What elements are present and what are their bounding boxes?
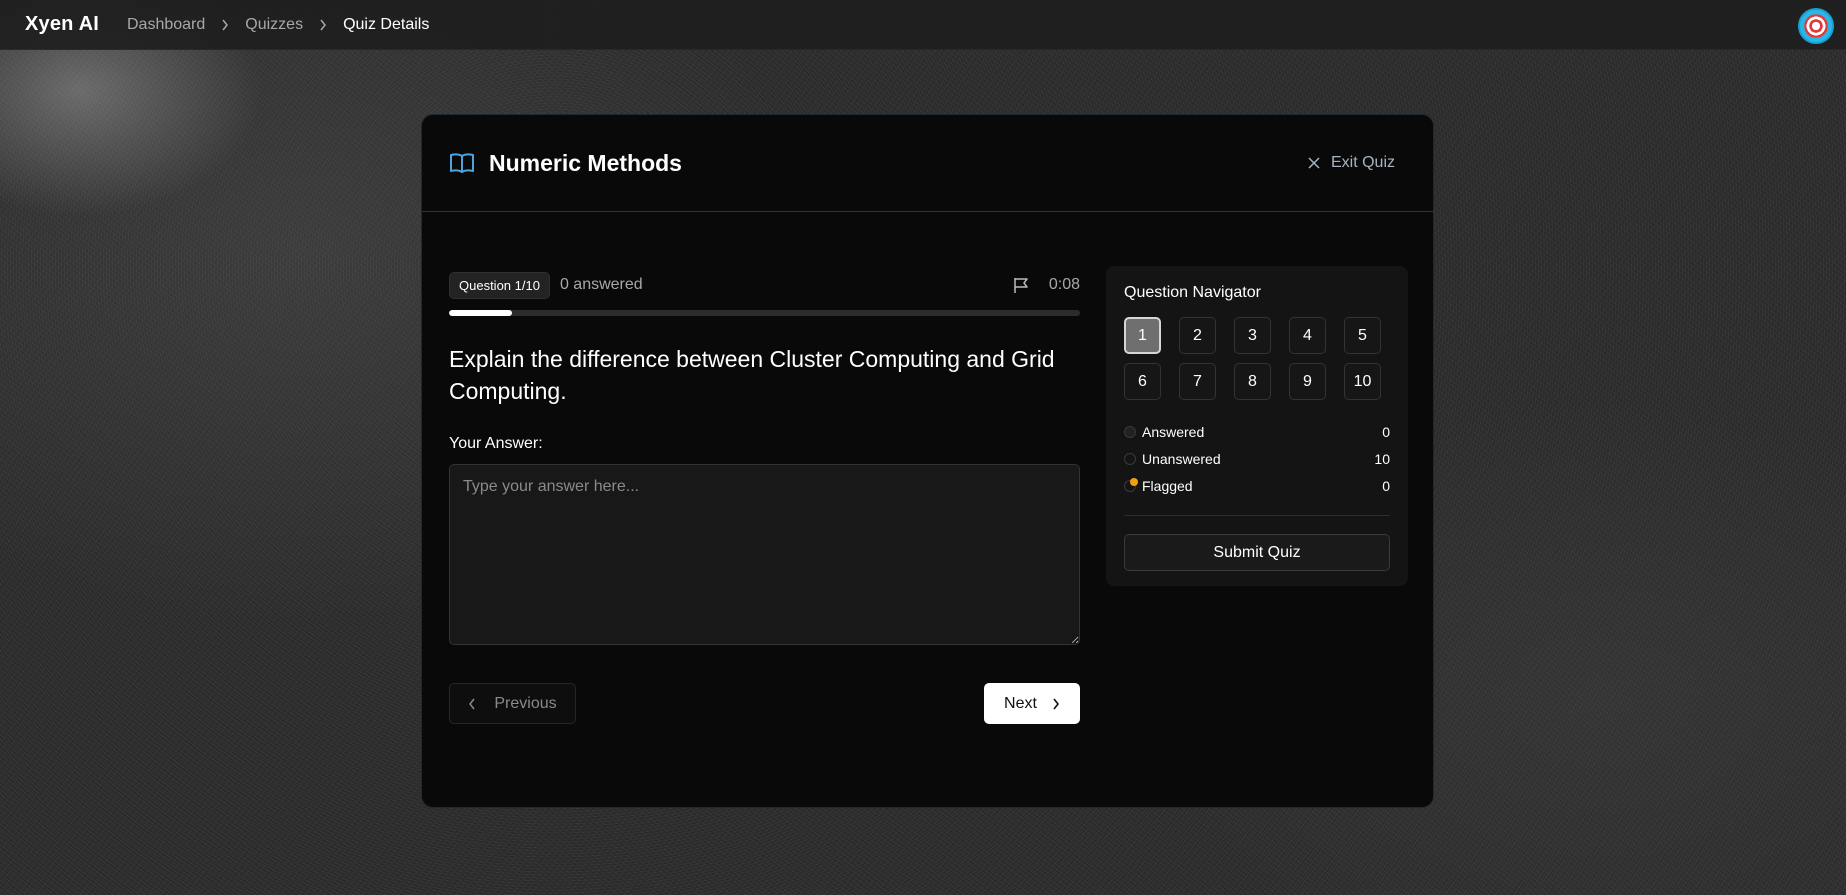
- quiz-header: Numeric Methods Exit Quiz: [422, 115, 1433, 212]
- question-number-badge: Question 1/10: [449, 271, 550, 299]
- legend-count: 0: [1382, 423, 1390, 440]
- status-legend: Answered 0 Unanswered 10 Flagged 0: [1124, 418, 1390, 499]
- legend-count: 0: [1382, 477, 1390, 494]
- legend-row-flagged: Flagged 0: [1124, 472, 1390, 499]
- navigator-title: Question Navigator: [1124, 284, 1261, 301]
- answer-textarea[interactable]: [449, 464, 1080, 645]
- previous-button[interactable]: Previous: [449, 683, 576, 724]
- answer-label: Your Answer:: [449, 435, 543, 452]
- previous-label: Previous: [494, 694, 557, 712]
- question-text: Explain the difference between Cluster C…: [449, 346, 1055, 404]
- question-meta: Question 1/10 0 answered 0:08: [449, 271, 1080, 299]
- quiz-title: Numeric Methods: [489, 149, 682, 176]
- breadcrumb-quizzes[interactable]: Quizzes: [245, 16, 303, 34]
- question-navigator: Question Navigator 1 2 3 4 5 6 7 8 9 10 Answered 0…: [1106, 266, 1408, 586]
- open-book-icon: [449, 152, 475, 174]
- user-avatar[interactable]: [1798, 8, 1834, 44]
- close-icon: [1308, 157, 1320, 169]
- legend-row-unanswered: Unanswered 10: [1124, 445, 1390, 472]
- quiz-card: Numeric Methods Exit Quiz Question 1/10 …: [421, 114, 1434, 808]
- legend-count: 10: [1374, 450, 1390, 467]
- chevron-right-icon: [221, 19, 229, 31]
- question-nav-button[interactable]: 5: [1344, 317, 1381, 354]
- question-nav-button[interactable]: 3: [1234, 317, 1271, 354]
- question-navigation: Previous Next: [449, 683, 1080, 724]
- question-nav-button[interactable]: 6: [1124, 363, 1161, 400]
- brand-logo[interactable]: Xyen AI: [25, 13, 127, 36]
- question-nav-button[interactable]: 1: [1124, 317, 1161, 354]
- chevron-right-icon: [319, 19, 327, 31]
- unanswered-status-dot: [1124, 452, 1136, 465]
- question-nav-button[interactable]: 4: [1289, 317, 1326, 354]
- top-bar: Xyen AI Dashboard Quizzes Quiz Details: [0, 0, 1846, 50]
- breadcrumb-quiz-details: Quiz Details: [343, 15, 430, 33]
- chevron-left-icon: [468, 698, 476, 710]
- timer: 0:08: [1048, 276, 1080, 293]
- question-nav-button[interactable]: 9: [1289, 363, 1326, 400]
- question-grid: 1 2 3 4 5 6 7 8 9 10: [1124, 317, 1390, 400]
- answered-count: 0 answered: [559, 276, 643, 293]
- question-nav-button[interactable]: 8: [1234, 363, 1271, 400]
- breadcrumb: Dashboard Quizzes Quiz Details: [127, 16, 429, 34]
- submit-quiz-button[interactable]: Submit Quiz: [1124, 534, 1390, 571]
- question-nav-button[interactable]: 2: [1179, 317, 1216, 354]
- progress-bar: [449, 310, 1080, 316]
- chevron-right-icon: [1052, 698, 1060, 710]
- progress-fill: [449, 310, 513, 316]
- legend-label: Unanswered: [1142, 450, 1221, 467]
- legend-label: Flagged: [1142, 477, 1193, 494]
- next-button[interactable]: Next: [984, 683, 1080, 724]
- answered-status-dot: [1124, 425, 1136, 438]
- question-nav-button[interactable]: 7: [1179, 363, 1216, 400]
- question-panel: Question 1/10 0 answered 0:08 Explain th…: [449, 271, 1080, 724]
- exit-quiz-button[interactable]: Exit Quiz: [1308, 154, 1395, 172]
- breadcrumb-dashboard[interactable]: Dashboard: [127, 16, 205, 34]
- legend-label: Answered: [1142, 423, 1205, 440]
- next-label: Next: [1004, 694, 1037, 712]
- question-nav-button[interactable]: 10: [1344, 363, 1381, 400]
- legend-row-answered: Answered 0: [1124, 418, 1390, 445]
- exit-quiz-label: Exit Quiz: [1330, 154, 1395, 171]
- divider: [1124, 515, 1390, 516]
- flag-icon[interactable]: [1013, 277, 1029, 294]
- flagged-status-dot: [1124, 477, 1138, 492]
